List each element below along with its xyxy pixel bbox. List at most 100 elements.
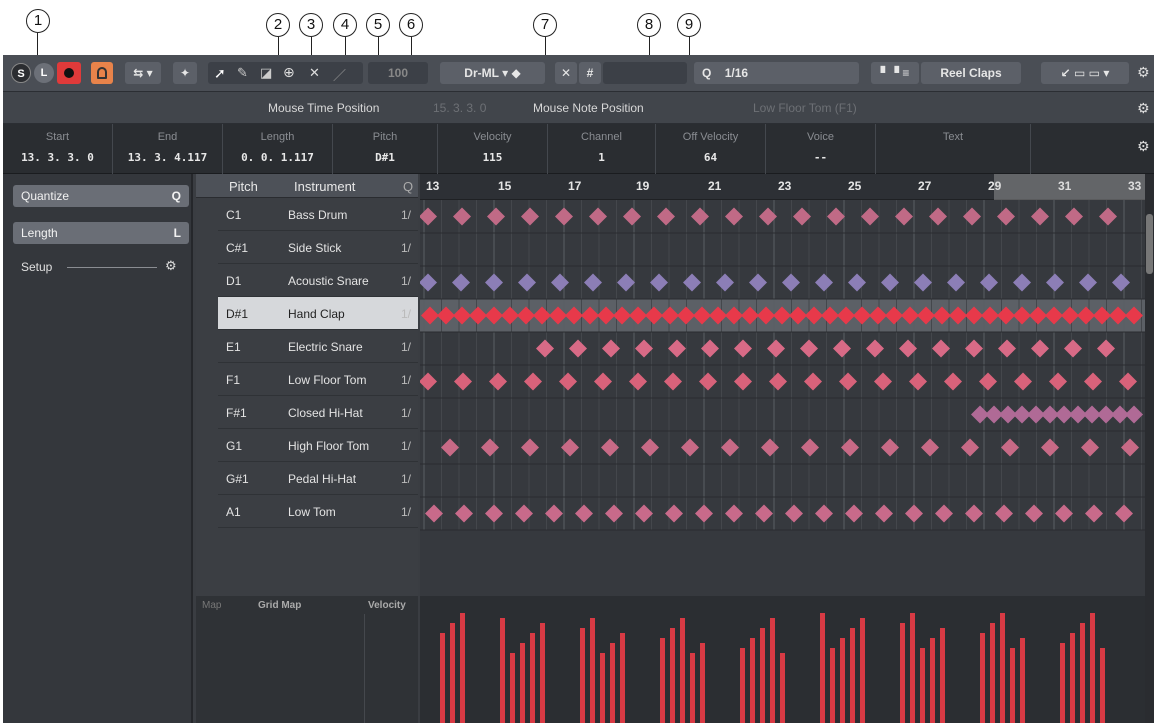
setup-gear-icon[interactable]: ⚙ <box>165 258 177 274</box>
drum-note[interactable] <box>602 339 620 358</box>
drum-row-cs1[interactable]: C#1 Side Stick 1/ <box>218 231 418 264</box>
drum-note[interactable] <box>785 504 803 523</box>
velocity-bar[interactable] <box>1100 648 1105 723</box>
pointer-tool-icon[interactable]: ➚ <box>214 65 226 82</box>
drum-note[interactable] <box>623 207 641 226</box>
velocity-bar[interactable] <box>590 618 595 723</box>
drum-note[interactable] <box>1112 273 1130 292</box>
gear-icon[interactable]: ⚙ <box>1137 64 1150 81</box>
drum-note[interactable] <box>1064 339 1082 358</box>
drum-note[interactable] <box>664 372 682 391</box>
velocity-bar[interactable] <box>460 613 465 723</box>
velocity-bar[interactable] <box>990 623 995 723</box>
drum-note[interactable] <box>420 207 437 226</box>
velocity-bar[interactable] <box>600 653 605 723</box>
drum-note[interactable] <box>1099 207 1117 226</box>
velocity-bar[interactable] <box>680 618 685 723</box>
velocity-bar[interactable] <box>670 628 675 723</box>
velocity-bar[interactable] <box>740 648 745 723</box>
drum-note[interactable] <box>848 273 866 292</box>
drum-note[interactable] <box>441 438 459 457</box>
velocity-bar[interactable] <box>850 628 855 723</box>
drum-note[interactable] <box>804 372 822 391</box>
velocity-bars[interactable] <box>420 596 1145 723</box>
velocity-bar[interactable] <box>980 633 985 723</box>
drum-note[interactable] <box>1031 339 1049 358</box>
listen-button[interactable]: L <box>34 63 54 83</box>
drum-note[interactable] <box>874 372 892 391</box>
drum-note[interactable] <box>716 273 734 292</box>
velocity-bar[interactable] <box>520 643 525 723</box>
drum-note[interactable] <box>683 273 701 292</box>
drum-note[interactable] <box>1065 207 1083 226</box>
drum-note[interactable] <box>965 339 983 358</box>
drum-note[interactable] <box>605 504 623 523</box>
window-layout-button[interactable]: ↙ ▭ ▭ ▾ <box>1041 62 1129 84</box>
drum-note[interactable] <box>559 372 577 391</box>
field-voice[interactable]: Voice -- <box>766 124 876 174</box>
velocity-bar[interactable] <box>1060 643 1065 723</box>
field-off-velocity[interactable]: Off Velocity 64 <box>656 124 766 174</box>
drum-note[interactable] <box>721 438 739 457</box>
velocity-bar[interactable] <box>780 653 785 723</box>
drum-note[interactable] <box>725 207 743 226</box>
velocity-bar[interactable] <box>830 648 835 723</box>
drum-note[interactable] <box>905 504 923 523</box>
metronome-button[interactable] <box>91 62 113 84</box>
velocity-bar[interactable] <box>540 623 545 723</box>
velocity-bar[interactable] <box>440 633 445 723</box>
drum-note[interactable] <box>833 339 851 358</box>
velocity-bar[interactable] <box>690 653 695 723</box>
drum-row-d1[interactable]: D1 Acoustic Snare 1/ <box>218 264 418 297</box>
velocity-bar[interactable] <box>910 613 915 723</box>
drum-note[interactable] <box>963 207 981 226</box>
drum-note[interactable] <box>861 207 879 226</box>
drum-note[interactable] <box>1041 438 1059 457</box>
drum-note[interactable] <box>1081 438 1099 457</box>
velocity-bar[interactable] <box>500 618 505 723</box>
drum-note[interactable] <box>518 273 536 292</box>
drum-note[interactable] <box>515 504 533 523</box>
drum-note[interactable] <box>551 273 569 292</box>
setup-label[interactable]: Setup <box>21 260 52 274</box>
drum-row-gs1[interactable]: G#1 Pedal Hi-Hat 1/ <box>218 462 418 495</box>
drum-note[interactable] <box>489 372 507 391</box>
col-quantize[interactable]: Q <box>403 179 413 194</box>
velocity-bar[interactable] <box>900 623 905 723</box>
drum-note[interactable] <box>782 273 800 292</box>
drum-note[interactable] <box>1055 504 1073 523</box>
drum-note[interactable] <box>1085 504 1103 523</box>
velocity-lane-label[interactable]: Velocity <box>368 600 406 611</box>
drum-note[interactable] <box>524 372 542 391</box>
mute-tool-icon[interactable]: ✕ <box>309 65 320 81</box>
drum-note[interactable] <box>485 273 503 292</box>
track-name-select[interactable]: Reel Claps <box>921 62 1021 84</box>
drum-note[interactable] <box>1014 372 1032 391</box>
vertical-scrollbar[interactable] <box>1145 174 1154 723</box>
drum-note[interactable] <box>1046 273 1064 292</box>
drum-note[interactable] <box>481 438 499 457</box>
drum-note[interactable] <box>665 504 683 523</box>
length-section[interactable]: Length L <box>13 222 189 244</box>
drum-note[interactable] <box>1079 273 1097 292</box>
col-instrument[interactable]: Instrument <box>294 179 355 194</box>
line-tool-icon[interactable]: ／ <box>333 65 346 84</box>
drum-note[interactable] <box>650 273 668 292</box>
drum-note[interactable] <box>995 504 1013 523</box>
zoom-tool-icon[interactable]: ⊕ <box>283 64 295 81</box>
drum-note[interactable] <box>827 207 845 226</box>
velocity-bar[interactable] <box>1020 638 1025 723</box>
drum-note[interactable] <box>695 504 713 523</box>
velocity-bar[interactable] <box>700 643 705 723</box>
status-gear-icon[interactable]: ⚙ <box>1137 138 1150 155</box>
drum-note[interactable] <box>575 504 593 523</box>
record-button[interactable] <box>57 62 81 84</box>
velocity-bar[interactable] <box>620 633 625 723</box>
drum-note[interactable] <box>453 207 471 226</box>
drum-note[interactable] <box>839 372 857 391</box>
drum-note[interactable] <box>536 339 554 358</box>
drum-note[interactable] <box>769 372 787 391</box>
velocity-bar[interactable] <box>450 623 455 723</box>
drum-note[interactable] <box>866 339 884 358</box>
drum-note[interactable] <box>454 372 472 391</box>
